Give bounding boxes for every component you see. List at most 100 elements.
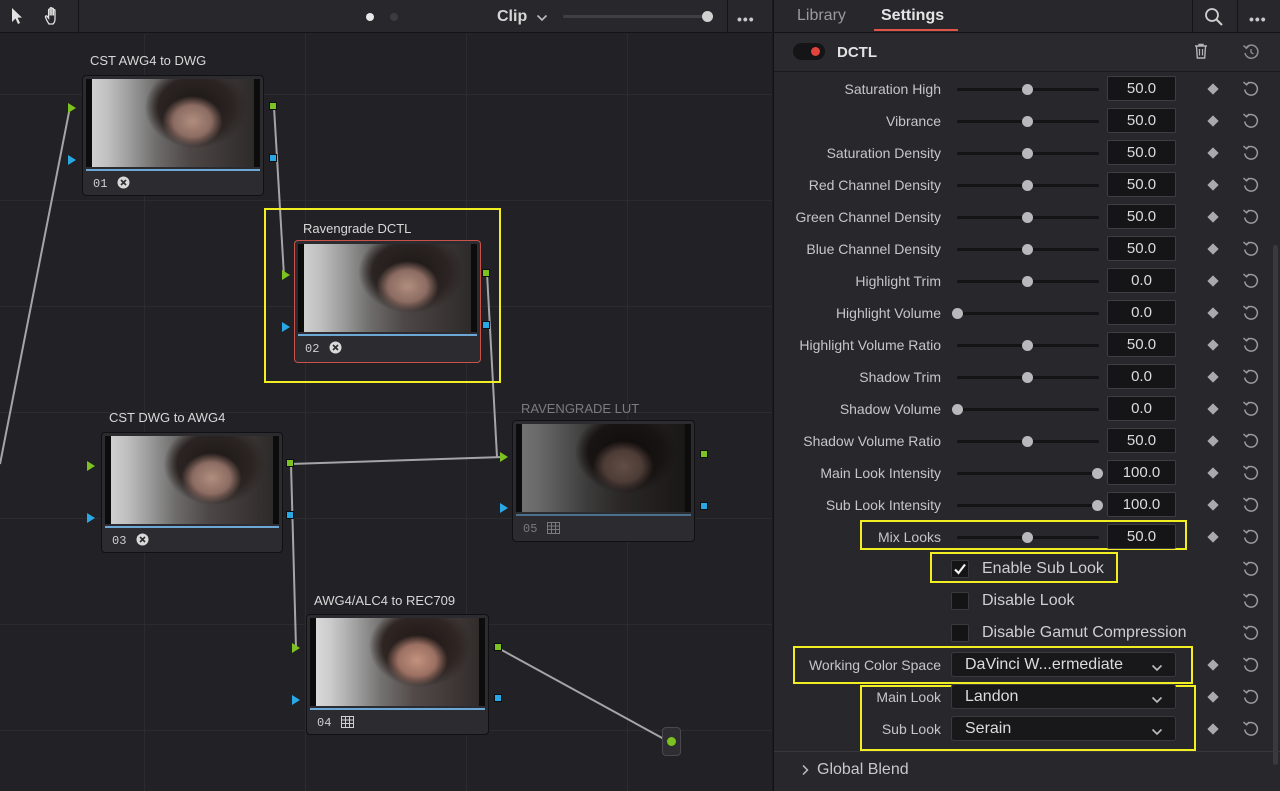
slider-handle[interactable] — [1022, 116, 1033, 127]
node-04-rgb-input[interactable] — [292, 643, 300, 653]
param-slider[interactable] — [957, 148, 1099, 159]
node-05-rgb-output[interactable] — [700, 450, 708, 458]
reset-icon[interactable] — [1242, 272, 1260, 295]
slider-handle[interactable] — [1022, 84, 1033, 95]
enable-sub-look-checkbox[interactable] — [951, 560, 969, 578]
slider-handle[interactable] — [1022, 276, 1033, 287]
node-02[interactable]: 02 — [294, 240, 481, 363]
more-options-icon[interactable]: ••• — [737, 11, 755, 27]
reset-icon[interactable] — [1242, 528, 1260, 551]
slider-handle[interactable] — [1022, 244, 1033, 255]
reset-icon[interactable] — [1242, 208, 1260, 231]
node-04-alpha-output[interactable] — [494, 694, 502, 702]
main-look-dropdown[interactable]: Landon — [951, 684, 1176, 709]
param-slider[interactable] — [957, 276, 1099, 287]
node-03-alpha-input[interactable] — [87, 513, 95, 523]
keyframe-diamond-icon[interactable] — [1207, 531, 1219, 543]
keyframe-diamond-icon[interactable] — [1207, 211, 1219, 223]
param-slider[interactable] — [957, 372, 1099, 383]
param-value-field[interactable]: 50.0 — [1107, 236, 1176, 261]
slider-handle[interactable] — [1022, 212, 1033, 223]
slider-handle[interactable] — [952, 404, 963, 415]
slider-handle[interactable] — [1022, 180, 1033, 191]
keyframe-diamond-icon[interactable] — [1207, 179, 1219, 191]
reset-icon[interactable] — [1242, 560, 1260, 583]
keyframe-diamond-icon[interactable] — [1207, 275, 1219, 287]
keyframe-diamond-icon[interactable] — [1207, 339, 1219, 351]
node-02-alpha-output[interactable] — [482, 321, 490, 329]
keyframe-diamond-icon[interactable] — [1207, 467, 1219, 479]
keyframe-diamond-icon[interactable] — [1207, 115, 1219, 127]
node-05-rgb-input[interactable] — [500, 452, 508, 462]
node-05[interactable]: 05 — [512, 420, 695, 542]
slider-handle[interactable] — [1092, 468, 1103, 479]
trash-icon[interactable] — [1194, 43, 1208, 64]
param-value-field[interactable]: 0.0 — [1107, 364, 1176, 389]
slider-handle[interactable] — [1022, 148, 1033, 159]
param-slider[interactable] — [957, 436, 1099, 447]
reset-icon[interactable] — [1242, 112, 1260, 135]
param-value-field[interactable]: 50.0 — [1107, 428, 1176, 453]
page-dot[interactable] — [390, 13, 398, 21]
reset-icon[interactable] — [1242, 464, 1260, 487]
param-value-field[interactable]: 0.0 — [1107, 300, 1176, 325]
reset-icon[interactable] — [1242, 432, 1260, 455]
node-03-rgb-output[interactable] — [286, 459, 294, 467]
keyframe-diamond-icon[interactable] — [1207, 83, 1219, 95]
param-slider[interactable] — [957, 212, 1099, 223]
reset-icon[interactable] — [1242, 336, 1260, 359]
node-02-rgb-output[interactable] — [482, 269, 490, 277]
reset-icon[interactable] — [1242, 368, 1260, 391]
disable-gamut-compression-checkbox[interactable] — [951, 624, 969, 642]
reset-icon[interactable] — [1242, 720, 1260, 743]
node-03[interactable]: 03 — [101, 432, 283, 553]
reset-icon[interactable] — [1242, 688, 1260, 711]
reset-icon[interactable] — [1242, 176, 1260, 199]
keyframe-diamond-icon[interactable] — [1207, 307, 1219, 319]
param-value-field[interactable]: 50.0 — [1107, 204, 1176, 229]
node-05-alpha-output[interactable] — [700, 502, 708, 510]
node-04[interactable]: 04 — [306, 614, 489, 735]
hand-icon[interactable] — [42, 5, 64, 27]
param-value-field[interactable]: 50.0 — [1107, 76, 1176, 101]
param-slider[interactable] — [957, 532, 1099, 543]
node-graph-canvas[interactable]: CST AWG4 to DWG 01 Ravengrade DCTL 02 CS… — [0, 34, 772, 791]
pointer-icon[interactable] — [6, 5, 28, 27]
node-02-alpha-input[interactable] — [282, 322, 290, 332]
keyframe-diamond-icon[interactable] — [1207, 435, 1219, 447]
param-value-field[interactable]: 50.0 — [1107, 524, 1176, 549]
keyframe-diamond-icon[interactable] — [1207, 723, 1219, 735]
zoom-slider-track[interactable] — [563, 15, 709, 18]
keyframe-diamond-icon[interactable] — [1207, 691, 1219, 703]
node-01-alpha-input[interactable] — [68, 155, 76, 165]
keyframe-diamond-icon[interactable] — [1207, 243, 1219, 255]
node-03-rgb-input[interactable] — [87, 461, 95, 471]
param-slider[interactable] — [957, 180, 1099, 191]
node-03-alpha-output[interactable] — [286, 511, 294, 519]
slider-handle[interactable] — [1022, 436, 1033, 447]
slider-handle[interactable] — [1022, 340, 1033, 351]
param-slider[interactable] — [952, 308, 1099, 319]
param-value-field[interactable]: 100.0 — [1107, 460, 1176, 485]
sub-look-dropdown[interactable]: Serain — [951, 716, 1176, 741]
param-slider[interactable] — [957, 84, 1099, 95]
node-05-alpha-input[interactable] — [500, 503, 508, 513]
reset-icon[interactable] — [1242, 656, 1260, 679]
slider-handle[interactable] — [1092, 500, 1103, 511]
param-value-field[interactable]: 100.0 — [1107, 492, 1176, 517]
node-04-alpha-input[interactable] — [292, 695, 300, 705]
reset-icon[interactable] — [1242, 144, 1260, 167]
reset-icon[interactable] — [1242, 400, 1260, 423]
slider-handle[interactable] — [1022, 372, 1033, 383]
param-value-field[interactable]: 50.0 — [1107, 108, 1176, 133]
output-node[interactable] — [662, 727, 681, 756]
keyframe-diamond-icon[interactable] — [1207, 499, 1219, 511]
disable-look-checkbox[interactable] — [951, 592, 969, 610]
more-options-icon[interactable]: ••• — [1249, 11, 1267, 27]
clip-mode-label[interactable]: Clip — [497, 8, 527, 26]
param-slider[interactable] — [957, 116, 1099, 127]
keyframe-diamond-icon[interactable] — [1207, 371, 1219, 383]
reset-icon[interactable] — [1242, 80, 1260, 103]
keyframe-diamond-icon[interactable] — [1207, 147, 1219, 159]
chevron-down-icon[interactable] — [536, 10, 548, 28]
